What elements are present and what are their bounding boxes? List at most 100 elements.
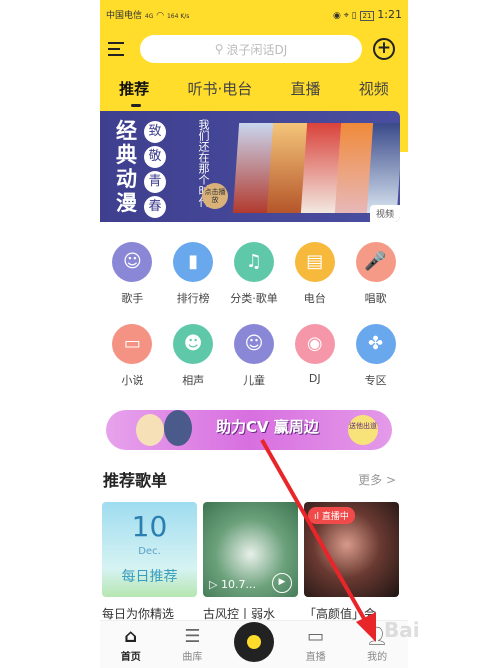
phone-screen: 中国电信 4G ◠ 164 K/s ◉ ⌖ ▯ 21 1:21 ⚲ 浪子闲话DJ … bbox=[100, 0, 408, 668]
playlist-card[interactable]: 10 Dec. 每日推荐 每日为你精选 bbox=[102, 502, 197, 622]
promo-button[interactable]: 送他出道 bbox=[348, 415, 378, 445]
nav-label: 首页 bbox=[120, 652, 141, 663]
watermark: Bai bbox=[384, 618, 420, 642]
daily-cover: 10 Dec. 每日推荐 bbox=[102, 502, 197, 597]
banner-char: 春 bbox=[144, 196, 166, 218]
status-bar: 中国电信 4G ◠ 164 K/s ◉ ⌖ ▯ 21 1:21 bbox=[106, 4, 402, 24]
more-link[interactable]: 更多 > bbox=[358, 471, 396, 488]
clock: 1:21 bbox=[377, 7, 402, 21]
promo-banner[interactable]: 助力CV 赢周边 送他出道 bbox=[106, 410, 392, 450]
bottom-nav: ⌂ 首页 ☰ 曲库 ▭ 直播 👤︎ 我的 bbox=[100, 620, 408, 668]
wifi-icon: ◠ bbox=[156, 10, 165, 21]
banner-char: 敬 bbox=[144, 146, 166, 168]
category-label: 相声 bbox=[182, 374, 205, 387]
radio-icon: ▤ bbox=[294, 242, 335, 282]
add-button[interactable]: + bbox=[373, 38, 395, 60]
tab-audiobook-radio[interactable]: 听书·电台 bbox=[187, 78, 252, 99]
search-placeholder: 浪子闲话DJ bbox=[226, 42, 288, 57]
category-label: 歌手 bbox=[121, 292, 144, 305]
nav-label: 曲库 bbox=[182, 652, 203, 663]
banner-char: 青 bbox=[144, 171, 166, 193]
nav-library[interactable]: ☰ 曲库 bbox=[167, 626, 217, 663]
music-list-icon: ♫ bbox=[233, 242, 274, 282]
category-item[interactable]: ☻ 相声 bbox=[163, 324, 223, 388]
live-bars-icon: ıl bbox=[314, 512, 322, 522]
play-count: ▷ 10.7... bbox=[209, 578, 256, 591]
nav-label: 我的 bbox=[367, 652, 388, 663]
banner-title: 经典动漫 bbox=[116, 118, 137, 215]
anime-banner[interactable]: 经典动漫 致敬青春 我们还在那个时代 点击播放 视频 bbox=[100, 111, 400, 222]
playlist-card[interactable]: ▷ 10.7... ▶ 古风控丨弱水 bbox=[203, 502, 298, 622]
location-icon: ⌖ bbox=[343, 10, 349, 21]
category-grid: ☺ 歌手 ▮ 排行榜 ♫ 分类·歌单 ▤ 电台 🎤 唱歌 ▭ 小说 ☻ 相声 ☺ 儿童 ◉ DJ ✤ 专区 bbox=[100, 242, 408, 406]
playlist-card[interactable]: ıl 直播中 「高颜值」会 bbox=[304, 502, 399, 622]
tab-recommend[interactable]: 推荐 bbox=[119, 78, 149, 107]
nav-live[interactable]: ▭ 直播 bbox=[291, 626, 341, 663]
cover-day: 10 bbox=[131, 510, 168, 543]
baby-icon: ☺ bbox=[233, 324, 274, 364]
library-icon: ☰ bbox=[184, 626, 201, 647]
category-label: 唱歌 bbox=[364, 292, 387, 305]
category-label: 小说 bbox=[121, 374, 144, 387]
playlist-cards: 10 Dec. 每日推荐 每日为你精选 ▷ 10.7... ▶ 古风控丨弱水 ı… bbox=[102, 502, 399, 622]
category-row: ☺ 歌手 ▮ 排行榜 ♫ 分类·歌单 ▤ 电台 🎤 唱歌 bbox=[100, 242, 408, 306]
category-item[interactable]: ☺ 儿童 bbox=[224, 324, 284, 388]
cartoon-face bbox=[164, 410, 192, 446]
microphone-icon: 🎤 bbox=[355, 242, 396, 282]
category-label: DJ bbox=[308, 372, 321, 385]
cartoon-face bbox=[136, 414, 164, 446]
banner-circles: 致敬青春 bbox=[144, 121, 166, 218]
category-label: 电台 bbox=[303, 292, 326, 305]
promo-text: 助力CV 赢周边 bbox=[216, 418, 319, 436]
category-label: 排行榜 bbox=[176, 292, 210, 305]
carrier: 中国电信 bbox=[106, 10, 143, 21]
live-badge-text: 直播中 bbox=[321, 512, 349, 522]
menu-icon[interactable] bbox=[108, 42, 124, 56]
category-item[interactable]: ♫ 分类·歌单 bbox=[224, 242, 284, 306]
nav-player[interactable] bbox=[229, 621, 279, 662]
category-item[interactable]: ☺ 歌手 bbox=[102, 242, 162, 306]
category-label: 分类·歌单 bbox=[230, 292, 278, 305]
video-camera-icon: ▭ bbox=[307, 626, 325, 647]
signal: 4G bbox=[144, 12, 154, 20]
banner-char: 致 bbox=[144, 121, 166, 143]
turntable-icon: ◉ bbox=[294, 324, 335, 364]
playlist-cover: ▷ 10.7... ▶ bbox=[203, 502, 298, 597]
category-item[interactable]: ◉ DJ bbox=[285, 324, 345, 388]
banner-tag: 视频 bbox=[369, 205, 400, 222]
eye-icon: ◉ bbox=[332, 10, 341, 21]
top-tabs: 推荐 听书·电台 直播 视频 bbox=[100, 78, 408, 107]
cover-month: Dec. bbox=[138, 546, 161, 557]
category-item[interactable]: ✤ 专区 bbox=[346, 324, 406, 388]
grid-icon: ✤ bbox=[355, 324, 396, 364]
home-icon: ⌂ bbox=[124, 626, 138, 647]
search-input[interactable]: ⚲ 浪子闲话DJ bbox=[140, 35, 362, 63]
category-item[interactable]: ▭ 小说 bbox=[102, 324, 162, 388]
nav-home[interactable]: ⌂ 首页 bbox=[106, 626, 156, 663]
book-icon: ▭ bbox=[112, 324, 153, 364]
section-title: 推荐歌单 bbox=[103, 471, 168, 490]
category-row: ▭ 小说 ☻ 相声 ☺ 儿童 ◉ DJ ✤ 专区 bbox=[100, 324, 408, 388]
tab-live[interactable]: 直播 bbox=[291, 78, 321, 99]
category-item[interactable]: ▮ 排行榜 bbox=[163, 242, 223, 306]
search-icon: ⚲ bbox=[214, 42, 224, 56]
tab-video[interactable]: 视频 bbox=[359, 78, 389, 99]
live-cover: ıl 直播中 bbox=[304, 502, 399, 597]
vibrate-icon: ▯ bbox=[351, 10, 357, 21]
anime-image bbox=[366, 123, 400, 213]
singer-icon: ☺ bbox=[112, 242, 153, 282]
category-item[interactable]: 🎤 唱歌 bbox=[346, 242, 406, 306]
net-speed: 164 K/s bbox=[166, 12, 190, 20]
category-label: 儿童 bbox=[242, 374, 265, 387]
cover-label: 每日推荐 bbox=[121, 569, 178, 585]
chart-icon: ▮ bbox=[173, 242, 214, 282]
nav-label: 直播 bbox=[305, 652, 326, 663]
category-item[interactable]: ▤ 电台 bbox=[285, 242, 345, 306]
live-badge: ıl 直播中 bbox=[308, 507, 355, 524]
banner-play-button[interactable]: 点击播放 bbox=[202, 183, 228, 209]
player-disc-icon bbox=[233, 621, 274, 662]
mask-icon: ☻ bbox=[173, 324, 214, 364]
play-icon[interactable]: ▶ bbox=[272, 573, 292, 593]
category-label: 专区 bbox=[364, 374, 387, 387]
battery-icon: 21 bbox=[359, 10, 375, 21]
